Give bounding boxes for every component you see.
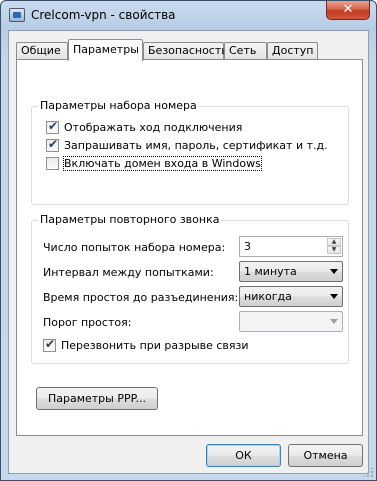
idle-time-select[interactable]: никогда: [239, 286, 343, 307]
spinner-arrows: ▲ ▼: [327, 238, 341, 255]
cancel-button[interactable]: Отмена: [288, 444, 363, 467]
include-domain-label: Включать домен входа в Windows: [63, 156, 262, 171]
ppp-settings-button[interactable]: Параметры PPP...: [36, 387, 158, 410]
spin-down-icon[interactable]: ▼: [327, 246, 341, 254]
chevron-down-icon: [330, 294, 338, 299]
checkmark-icon: ✔: [45, 337, 56, 351]
tab-general[interactable]: Общие: [16, 42, 68, 60]
spin-up-icon[interactable]: ▲: [327, 238, 341, 246]
tab-sharing[interactable]: Доступ: [267, 42, 318, 60]
properties-window: Crelcom-vpn - свойства ✕ Общие Параметры…: [0, 0, 377, 481]
ok-button[interactable]: ОК: [206, 444, 281, 467]
dialog-body: Общие Параметры Безопасность Сеть Доступ…: [8, 30, 369, 474]
tab-networking[interactable]: Сеть: [224, 42, 267, 60]
title-bar[interactable]: Crelcom-vpn - свойства ✕: [1, 1, 376, 29]
checkmark-icon: ✔: [48, 137, 59, 151]
network-connection-icon: [9, 8, 25, 22]
window-title: Crelcom-vpn - свойства: [31, 8, 176, 22]
checkmark-icon: ✔: [48, 119, 59, 133]
show-progress-checkbox[interactable]: ✔: [46, 119, 59, 134]
idle-threshold-label: Порог простоя:: [43, 316, 132, 329]
tab-options[interactable]: Параметры: [68, 39, 143, 61]
include-domain-checkbox[interactable]: [46, 157, 59, 170]
chevron-down-icon: [330, 319, 338, 324]
redial-interval-label: Интервал между попытками:: [43, 266, 214, 279]
close-button[interactable]: ✕: [326, 1, 370, 20]
redial-attempts-spinner[interactable]: 3 ▲ ▼: [239, 236, 343, 257]
redial-on-drop-label: Перезвонить при разрыве связи: [61, 339, 249, 352]
chevron-down-icon: [330, 269, 338, 274]
options-tab-panel: Параметры набора номера ✔ Отображать ход…: [16, 59, 363, 436]
redial-options-title: Параметры повторного звонка: [38, 213, 222, 226]
redial-interval-select[interactable]: 1 минута: [239, 261, 343, 282]
dialing-options-title: Параметры набора номера: [38, 99, 199, 112]
idle-time-label: Время простоя до разъединения:: [43, 291, 239, 304]
prompt-credentials-label: Запрашивать имя, пароль, сертификат и т.…: [64, 139, 328, 152]
prompt-credentials-checkbox[interactable]: ✔: [46, 137, 59, 152]
idle-threshold-select: [239, 311, 343, 332]
redial-attempts-label: Число попыток набора номера:: [43, 241, 226, 254]
tab-security[interactable]: Безопасность: [143, 42, 228, 60]
redial-attempts-value: 3: [244, 240, 251, 253]
redial-interval-value: 1 минута: [244, 265, 297, 278]
dialing-options-group: Параметры набора номера ✔ Отображать ход…: [31, 99, 349, 205]
redial-on-drop-checkbox[interactable]: ✔: [43, 337, 56, 352]
show-progress-label: Отображать ход подключения: [64, 121, 243, 134]
redial-options-group: Параметры повторного звонка Число попыто…: [31, 213, 349, 364]
idle-time-value: никогда: [244, 290, 292, 303]
